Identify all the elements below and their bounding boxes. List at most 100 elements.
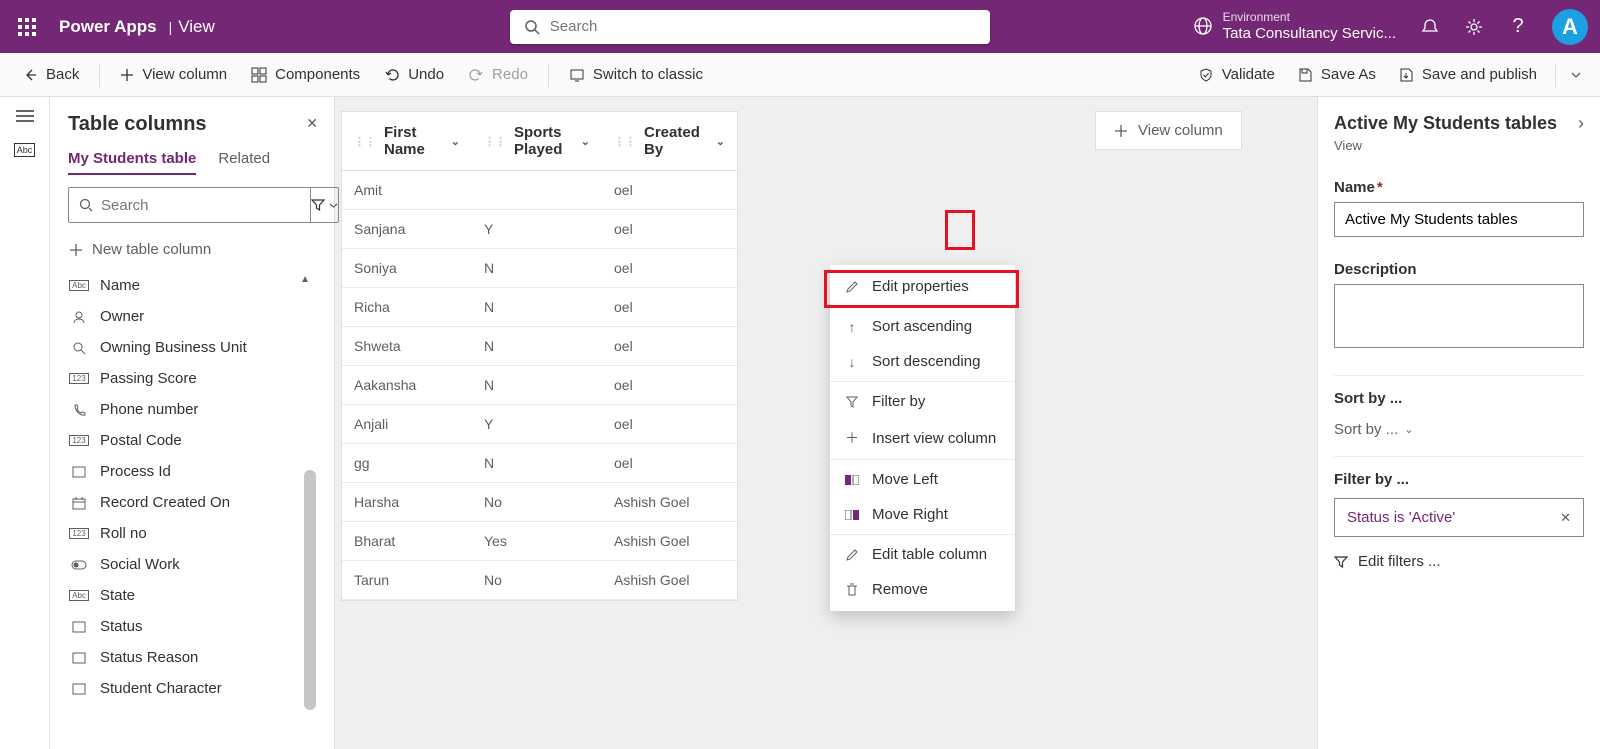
column-type-icon <box>70 403 88 417</box>
view-title: Active My Students tables <box>1334 113 1584 134</box>
column-header-sports-played[interactable]: ⋮⋮Sports Played ⌄ <box>472 112 602 170</box>
column-item[interactable]: Status Reason <box>68 642 316 673</box>
column-item[interactable]: AbcState <box>68 580 316 611</box>
column-item[interactable]: Status <box>68 611 316 642</box>
cell-first-name: Soniya <box>342 249 472 287</box>
ctx-filter-by[interactable]: Filter by <box>830 384 1015 419</box>
scrollbar[interactable] <box>304 470 316 710</box>
ctx-sort-desc[interactable]: ↓Sort descending <box>830 344 1015 379</box>
ctx-insert-column[interactable]: ＋Insert view column <box>830 419 1015 457</box>
remove-filter-icon[interactable]: ✕ <box>1560 510 1571 526</box>
table-row[interactable]: TarunNoAshish Goel <box>342 561 737 600</box>
column-item[interactable]: Student Character <box>68 673 316 704</box>
view-column-label: View column <box>142 66 227 83</box>
table-row[interactable]: RichaNoel <box>342 288 737 327</box>
column-type-icon: 123 <box>70 528 88 539</box>
description-input[interactable] <box>1334 284 1584 348</box>
column-search-input[interactable] <box>101 197 300 214</box>
table-row[interactable]: SanjanaYoel <box>342 210 737 249</box>
table-row[interactable]: AakanshaNoel <box>342 366 737 405</box>
panel-title: Table columns <box>68 113 316 136</box>
column-header-created-by[interactable]: ⋮⋮Created By ⌄ <box>602 112 737 170</box>
notifications-icon[interactable] <box>1420 17 1440 37</box>
add-view-column-button[interactable]: View column <box>1095 111 1242 150</box>
back-button[interactable]: Back <box>14 60 87 89</box>
search-input[interactable] <box>550 18 976 35</box>
search-icon <box>524 19 540 35</box>
column-item[interactable]: Social Work <box>68 549 316 580</box>
column-type-icon: Abc <box>70 280 88 291</box>
cell-sports-played: N <box>472 444 602 482</box>
table-row[interactable]: BharatYesAshish Goel <box>342 522 737 561</box>
tab-related[interactable]: Related <box>218 150 270 175</box>
table-row[interactable]: SoniyaNoel <box>342 249 737 288</box>
ctx-edit-properties[interactable]: Edit properties <box>830 269 1015 304</box>
switch-classic-button[interactable]: Switch to classic <box>561 60 711 89</box>
settings-icon[interactable] <box>1464 17 1484 37</box>
column-type-icon: 123 <box>70 435 88 446</box>
column-item[interactable]: Phone number <box>68 394 316 425</box>
help-icon[interactable]: ? <box>1508 17 1528 37</box>
new-column-label: New table column <box>92 241 211 258</box>
column-type-icon <box>70 466 88 478</box>
cell-sports-played <box>472 171 602 209</box>
cell-created-by: Ashish Goel <box>602 561 737 599</box>
column-context-menu: Edit properties ↑Sort ascending ↓Sort de… <box>830 265 1015 611</box>
ctx-move-right[interactable]: Move Right <box>830 497 1015 532</box>
column-type-icon <box>70 310 88 324</box>
global-search[interactable] <box>510 10 990 44</box>
column-type-icon <box>70 621 88 633</box>
expand-panel-icon[interactable]: › <box>1578 113 1584 134</box>
save-as-button[interactable]: Save As <box>1289 60 1384 89</box>
ctx-move-left[interactable]: Move Left <box>830 462 1015 497</box>
ctx-remove[interactable]: Remove <box>830 572 1015 607</box>
table-row[interactable]: ggNoel <box>342 444 737 483</box>
close-panel-button[interactable]: ✕ <box>306 115 318 132</box>
user-avatar[interactable]: A <box>1552 9 1588 45</box>
validate-button[interactable]: Validate <box>1190 60 1283 89</box>
table-row[interactable]: AnjaliYoel <box>342 405 737 444</box>
column-item[interactable]: Process Id <box>68 456 316 487</box>
tab-primary[interactable]: My Students table <box>68 150 196 175</box>
add-column-label: View column <box>1138 122 1223 139</box>
column-item[interactable]: Owning Business Unit <box>68 332 316 363</box>
view-column-button[interactable]: View column <box>112 60 235 89</box>
table-row[interactable]: Amitoel <box>342 171 737 210</box>
column-item[interactable]: Owner <box>68 301 316 332</box>
column-item[interactable]: AbcName▲ <box>68 270 316 301</box>
cell-sports-played: Y <box>472 210 602 248</box>
column-search[interactable] <box>68 187 311 223</box>
cell-first-name: Anjali <box>342 405 472 443</box>
column-item[interactable]: 123Postal Code <box>68 425 316 456</box>
column-item[interactable]: 123Passing Score <box>68 363 316 394</box>
cell-created-by: oel <box>602 210 737 248</box>
column-label: Social Work <box>100 556 180 573</box>
column-item[interactable]: 123Roll no <box>68 518 316 549</box>
undo-button[interactable]: Undo <box>376 60 452 89</box>
name-input[interactable] <box>1334 202 1584 237</box>
app-name[interactable]: Power Apps <box>53 17 163 37</box>
column-list[interactable]: AbcName▲OwnerOwning Business Unit123Pass… <box>68 270 316 733</box>
undo-label: Undo <box>408 66 444 83</box>
column-item[interactable]: Record Created On <box>68 487 316 518</box>
ctx-sort-asc[interactable]: ↑Sort ascending <box>830 309 1015 344</box>
components-button[interactable]: Components <box>243 60 368 89</box>
cell-created-by: Ashish Goel <box>602 522 737 560</box>
table-row[interactable]: HarshaNoAshish Goel <box>342 483 737 522</box>
menu-icon[interactable] <box>16 109 34 123</box>
column-type-icon <box>70 341 88 355</box>
column-header-first-name[interactable]: ⋮⋮First Name ⌄ <box>342 112 472 170</box>
save-publish-button[interactable]: Save and publish <box>1390 60 1545 89</box>
sort-by-dropdown[interactable]: Sort by ... ⌄ <box>1334 417 1584 456</box>
app-launcher[interactable] <box>0 18 53 36</box>
new-table-column-button[interactable]: New table column <box>68 233 316 266</box>
column-type-icon <box>70 652 88 664</box>
cell-sports-played: No <box>472 561 602 599</box>
edit-filters-button[interactable]: Edit filters ... <box>1334 549 1584 574</box>
environment-picker[interactable]: Environment Tata Consultancy Servic... <box>1193 10 1396 42</box>
table-row[interactable]: ShwetaNoel <box>342 327 737 366</box>
abc-icon[interactable]: Abc <box>14 143 36 157</box>
filter-chip-status-active[interactable]: Status is 'Active' ✕ <box>1334 498 1584 537</box>
ctx-edit-table-column[interactable]: Edit table column <box>830 537 1015 572</box>
more-actions-button[interactable] <box>1566 63 1586 87</box>
